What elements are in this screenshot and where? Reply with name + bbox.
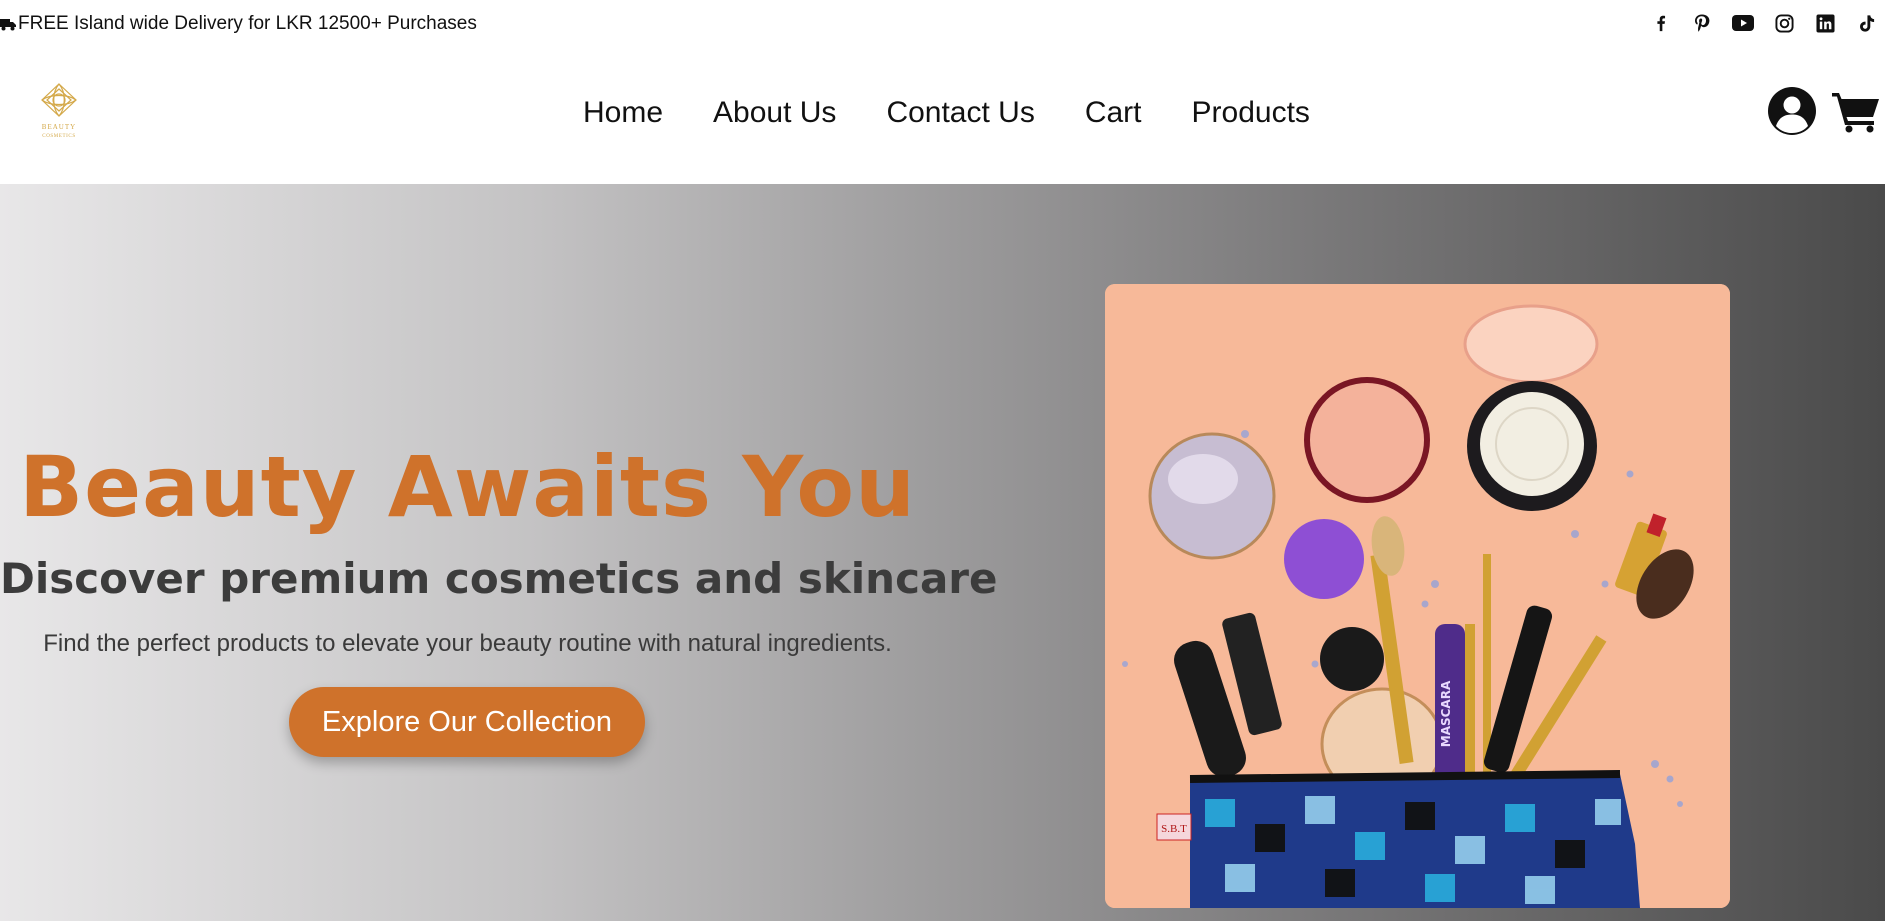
hero-title: Beauty Awaits You <box>19 438 916 536</box>
hero-text-block: Beauty Awaits You Discover premium cosme… <box>0 184 998 921</box>
instagram-icon[interactable] <box>1773 12 1795 34</box>
logo-wordmark: BEAUTY <box>42 123 76 131</box>
hero-description: Find the perfect products to elevate you… <box>43 630 892 657</box>
youtube-icon[interactable] <box>1732 12 1754 34</box>
announcement-bar: FREE Island wide Delivery for LKR 12500+… <box>0 0 1885 50</box>
facebook-icon[interactable] <box>1650 12 1672 34</box>
pinterest-icon[interactable] <box>1691 12 1713 34</box>
tiktok-icon[interactable] <box>1855 12 1877 34</box>
hero-cosmetics-image: MASCARA S.B.T <box>1105 284 1730 908</box>
shopping-cart-icon[interactable] <box>1831 89 1881 133</box>
brand-logo[interactable]: BEAUTY COSMETICS <box>32 80 86 142</box>
user-account-icon[interactable] <box>1767 86 1817 136</box>
pouch-tag-label: S.B.T <box>1161 823 1187 835</box>
linkedin-icon[interactable] <box>1814 12 1836 34</box>
nav-home[interactable]: Home <box>583 96 663 130</box>
nav-products[interactable]: Products <box>1192 96 1310 130</box>
social-links <box>1650 12 1877 34</box>
logo-tagline: COSMETICS <box>42 134 75 139</box>
explore-collection-button[interactable]: Explore Our Collection <box>289 687 645 757</box>
site-header: BEAUTY COSMETICS Home About Us Contact U… <box>0 50 1885 184</box>
truck-icon <box>0 19 16 31</box>
mascara-label: MASCARA <box>1439 680 1453 747</box>
delivery-promo: FREE Island wide Delivery for LKR 12500+… <box>0 13 477 35</box>
nav-cart[interactable]: Cart <box>1085 96 1142 130</box>
promo-text: FREE Island wide Delivery for LKR 12500+… <box>18 13 477 34</box>
header-actions <box>1767 86 1881 136</box>
hero-subtitle: Discover premium cosmetics and skincare <box>0 554 998 603</box>
cosmetics-flatlay-illustration: MASCARA S.B.T <box>1105 284 1730 908</box>
nav-about-us[interactable]: About Us <box>713 96 836 130</box>
nav-contact-us[interactable]: Contact Us <box>886 96 1034 130</box>
hero-section: Beauty Awaits You Discover premium cosme… <box>0 184 1885 921</box>
beauty-cosmetics-logo-icon: BEAUTY COSMETICS <box>41 83 77 139</box>
main-nav: Home About Us Contact Us Cart Products <box>583 96 1310 130</box>
